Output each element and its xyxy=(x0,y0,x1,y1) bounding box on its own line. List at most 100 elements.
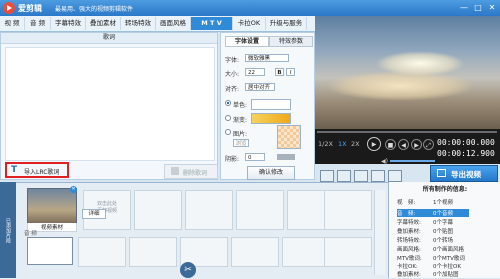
lyrics-list[interactable] xyxy=(5,47,215,161)
info-row-karaoke: 卡拉OK: 0个卡拉OK xyxy=(397,262,461,270)
delete-lyrics-button[interactable]: 删除歌词 xyxy=(164,164,218,179)
empty-clip-slot[interactable] xyxy=(324,190,372,230)
info-row-subtitles-value: 0个字幕 xyxy=(433,220,453,226)
tab-transitions[interactable]: 转场特效 xyxy=(121,17,156,30)
timeline-scrollbar[interactable] xyxy=(374,190,385,275)
info-row-subtitles-label: 字幕特效: xyxy=(397,220,421,226)
tab-subtitle-effects[interactable]: 字幕特效 xyxy=(51,17,86,30)
info-row-transitions-value: 0个转场 xyxy=(433,238,453,244)
lyrics-header: 歌词 xyxy=(1,33,217,44)
settings-icon[interactable] xyxy=(371,170,385,182)
info-row-overlay-extra-value: 0个加贴图 xyxy=(433,272,459,278)
tab-video[interactable]: 视 频 xyxy=(0,17,25,30)
align-label: 对齐: xyxy=(225,86,240,93)
audio-slot[interactable] xyxy=(231,237,279,267)
solid-color-label: 单色: xyxy=(233,102,248,109)
close-icon[interactable]: ✕ xyxy=(486,2,498,13)
save-icon[interactable] xyxy=(354,170,368,182)
tab-upgrade[interactable]: 升级与服务 xyxy=(266,17,307,30)
info-row-subtitles: 字幕特效: 0个字幕 xyxy=(397,218,453,226)
size-select[interactable]: 22 xyxy=(245,68,265,76)
audio-slot[interactable] xyxy=(282,237,330,267)
tab-mtv[interactable]: M T V xyxy=(191,17,233,30)
trash-icon[interactable] xyxy=(388,170,402,182)
info-row-style-value: 0个画面风格 xyxy=(433,247,464,253)
info-row-karaoke-value: 0个卡拉OK xyxy=(433,264,461,270)
maximize-icon[interactable]: □ xyxy=(472,2,484,13)
audio-slot[interactable] xyxy=(129,237,177,267)
tab-effect-params[interactable]: 特效参数 xyxy=(269,36,313,47)
info-row-style: 画面风格: 0个画面风格 xyxy=(397,245,464,253)
import-lrc-button[interactable]: T 导入LRC歌词 xyxy=(5,162,69,178)
text-icon: T xyxy=(11,165,18,175)
info-row-video-value: 1个视频 xyxy=(433,200,453,206)
prev-frame-icon[interactable]: ◀ xyxy=(398,139,409,150)
scissors-icon[interactable]: ✂ xyxy=(180,262,196,278)
info-row-overlay-value: 0个贴图 xyxy=(433,229,453,235)
app-logo-icon xyxy=(3,2,15,14)
play-icon[interactable]: ▶ xyxy=(367,137,381,151)
tab-overlay[interactable]: 叠加素材 xyxy=(86,17,121,30)
info-row-audio-value: 0个音频 xyxy=(433,211,453,217)
zoom-1x-button[interactable]: 1X xyxy=(338,140,347,148)
playback-bar: 1/2X 1X 2X ▶ ■ ◀ ▶ ⤢ 00:00:00.000 00:00:… xyxy=(315,129,500,165)
clip-close-icon[interactable]: ✕ xyxy=(70,186,77,193)
shadow-select[interactable]: 0 xyxy=(245,153,265,161)
export-video-button[interactable]: 导出视频 xyxy=(430,165,498,182)
confirm-button[interactable]: 确认修改 xyxy=(247,166,295,180)
info-row-video: 视 频: 1个视频 xyxy=(397,198,453,206)
info-row-audio[interactable]: 音 频: 0个音频 xyxy=(397,209,469,217)
detail-button[interactable]: 详细 xyxy=(82,209,106,219)
app-name: 爱剪辑 xyxy=(18,4,42,13)
gradient-swatch[interactable] xyxy=(251,113,291,124)
audio-slot[interactable] xyxy=(78,237,126,267)
info-row-overlay-extra: 叠加素材: 0个加贴图 xyxy=(397,270,459,278)
zoom-half-button[interactable]: 1/2X xyxy=(318,140,333,148)
sky-cloud-highlight xyxy=(375,51,465,76)
align-select[interactable]: 居中对齐 xyxy=(245,83,275,91)
image-preview xyxy=(277,125,301,149)
info-row-style-label: 画面风格: xyxy=(397,247,421,253)
image-radio[interactable] xyxy=(225,129,231,135)
camera-icon[interactable] xyxy=(320,170,334,182)
audio-slot[interactable] xyxy=(27,237,73,265)
folder-icon[interactable] xyxy=(337,170,351,182)
italic-button[interactable]: I xyxy=(286,68,295,76)
stop-icon[interactable]: ■ xyxy=(385,139,396,150)
info-row-audio-label: 音 频: xyxy=(397,211,416,217)
fullscreen-icon[interactable]: ⤢ xyxy=(423,139,434,150)
solid-color-swatch[interactable] xyxy=(251,99,291,110)
empty-clip-slot[interactable] xyxy=(185,190,233,230)
export-label: 导出视频 xyxy=(451,170,481,179)
empty-clip-slot[interactable] xyxy=(236,190,284,230)
timeline-side-label[interactable]: 已添加片段 xyxy=(0,182,16,278)
font-select[interactable]: 微软雅黑 xyxy=(245,54,289,62)
tab-style[interactable]: 画面风格 xyxy=(156,17,191,30)
delete-lyrics-label: 删除歌词 xyxy=(183,170,208,177)
info-row-overlay-label: 叠加素材: xyxy=(397,229,421,235)
info-row-transitions: 转场特效: 0个转场 xyxy=(397,236,453,244)
font-settings-panel: 字体设置 特效参数 字体: 微软雅黑 大小: 22 B I 对齐: 居中对齐 单… xyxy=(220,32,315,180)
next-frame-icon[interactable]: ▶ xyxy=(411,139,422,150)
info-row-mtv: MTV歌词: 0个MTV歌词 xyxy=(397,254,465,262)
info-title: 所有制作的信息: xyxy=(422,186,468,193)
solid-color-radio[interactable] xyxy=(225,100,231,106)
browse-button[interactable]: 浏览 xyxy=(233,139,249,147)
gradient-radio[interactable] xyxy=(225,115,231,121)
shadow-color-swatch[interactable] xyxy=(277,154,295,160)
font-label: 字体: xyxy=(225,57,240,64)
zoom-2x-button[interactable]: 2X xyxy=(351,140,360,148)
minimize-icon[interactable]: — xyxy=(458,2,470,13)
bold-button[interactable]: B xyxy=(275,68,284,76)
tab-font-settings[interactable]: 字体设置 xyxy=(225,36,269,47)
volume-slider[interactable] xyxy=(390,160,435,162)
info-row-mtv-value: 0个MTV歌词 xyxy=(433,256,465,262)
volume-icon[interactable]: ◀) xyxy=(381,158,388,165)
audio-slot[interactable] xyxy=(324,237,372,267)
progress-bar[interactable] xyxy=(317,131,497,133)
info-row-overlay: 叠加素材: 0个贴图 xyxy=(397,227,453,235)
video-clip-thumbnail[interactable] xyxy=(27,188,77,225)
tab-audio[interactable]: 音 频 xyxy=(25,17,51,30)
tab-karaoke[interactable]: 卡拉OK xyxy=(233,17,266,30)
empty-clip-slot[interactable] xyxy=(134,190,182,230)
